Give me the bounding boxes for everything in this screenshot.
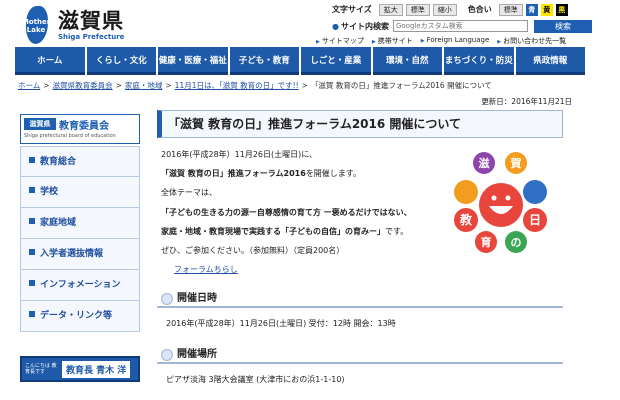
text-size-standard-button[interactable]: 標準: [405, 3, 430, 16]
sidebar-item-general[interactable]: 教育総合: [20, 146, 140, 177]
sidebar-item-data-links[interactable]: データ・リンク等: [20, 301, 140, 332]
nav-work[interactable]: しごと・産業: [301, 47, 371, 75]
body-line-theme-2: 家庭・地域・教育現場で実践する「子どもの自信」の育みー」: [161, 227, 385, 236]
section-text-venue: ピアザ淡海 3階大会議室 (大津市におの浜1-1-10): [166, 375, 345, 384]
education-day-poster: 滋 賀 教 日 育 の: [454, 152, 547, 253]
body-line-event-suffix: を開催します。: [305, 169, 362, 178]
sidebar-title: 教育委員会: [59, 121, 109, 132]
sidebar-item-family[interactable]: 家庭地域: [20, 208, 140, 239]
breadcrumb: ホーム > 滋賀県教育委員会 > 家庭・地域 >11月1日は、「滋賀 教育の日」です!! >…: [18, 81, 492, 90]
page: Mother Lake 滋賀県 Shiga Prefecture 文字サイズ 拡…: [0, 0, 620, 400]
text-size-small-button[interactable]: 縮小: [432, 3, 457, 16]
utility-links: サイトマップ 携帯サイト Foreign Language お問い合わせ先一覧: [316, 36, 566, 46]
sidebar-item-school[interactable]: 学校: [20, 177, 140, 208]
breadcrumb-current: 「滋賀 教育の日」推進フォーラム2016 開催について: [310, 81, 492, 90]
sidebar-header[interactable]: 滋賀県 教育委員会 Shiga prefectural board of edu…: [20, 114, 140, 144]
logo-sub: Shiga Prefecture: [58, 33, 125, 41]
site-logo[interactable]: Mother Lake 滋賀県 Shiga Prefecture: [18, 4, 148, 46]
body-line-event: 「滋賀 教育の日」推進フォーラム2016: [161, 169, 306, 178]
poster-center-face-icon: [479, 183, 523, 227]
nav-home[interactable]: ホーム: [15, 47, 85, 75]
nav-living[interactable]: くらし・文化: [86, 47, 156, 75]
sidebar-title-en: Shiga prefectural board of education: [24, 133, 116, 139]
nav-government[interactable]: 県政情報: [515, 47, 585, 75]
breadcrumb-education-day[interactable]: 11月1日は、「滋賀 教育の日」です!!: [175, 81, 299, 90]
text-size-label: 文字サイズ: [332, 5, 372, 14]
nav-education[interactable]: 子ども・教育: [229, 47, 299, 75]
sidebar-item-admission[interactable]: 入学者選抜情報: [20, 239, 140, 270]
sidebar-menu: 教育総合 学校 家庭地域 入学者選抜情報 インフォメーション データ・リンク等: [20, 146, 140, 332]
body-line-theme-1: 「子どもの生きる力の源ー自尊感情の育て方 ー褒めるだけではない、: [161, 208, 412, 217]
global-nav: ホーム くらし・文化 健康・医療・福祉 子ども・教育 しごと・産業 環境・自然 …: [15, 47, 585, 75]
body-line-invite: ぜひ、ご参加ください。（参加無料）（定員200名）: [161, 246, 345, 255]
color-standard-button[interactable]: 標準: [498, 3, 523, 16]
page-title: 「滋賀 教育の日」推進フォーラム2016 開催について: [157, 110, 563, 138]
breadcrumb-home[interactable]: ホーム: [18, 81, 40, 90]
superintendent-banner[interactable]: こんにちは 教育長です 教育長 青木 洋: [20, 356, 140, 382]
sidebar-header-icon: 滋賀県: [24, 118, 56, 130]
banner-name: 教育長 青木 洋: [62, 360, 131, 378]
section-heading-datetime: 開催日時: [157, 290, 563, 308]
poster-char-4: 日: [529, 213, 541, 227]
mobile-site-link[interactable]: 携帯サイト: [372, 36, 413, 46]
poster-circle-orange-2: [454, 180, 478, 204]
breadcrumb-family[interactable]: 家庭・地域: [125, 81, 163, 90]
flyer-link[interactable]: フォーラムちらし: [174, 265, 238, 274]
breadcrumb-board[interactable]: 滋賀県教育委員会: [53, 81, 113, 90]
updated-date: 更新日：2016年11月21日: [481, 97, 572, 106]
search-input[interactable]: [392, 20, 528, 32]
nav-environment[interactable]: 環境・自然: [372, 47, 442, 75]
color-yellow-button[interactable]: 黄: [540, 3, 553, 16]
poster-char-1: 滋: [479, 156, 490, 170]
body-line-theme-intro: 全体テーマは、: [161, 188, 217, 197]
foreign-language-link[interactable]: Foreign Language: [421, 36, 490, 46]
body-line-date: 2016年(平成28年）11月26日(土曜日)に、: [161, 150, 318, 159]
site-search: サイト内検索 検索: [332, 19, 592, 33]
color-blue-button[interactable]: 青: [525, 3, 538, 16]
poster-char-5: 育: [481, 235, 492, 249]
banner-greeting: こんにちは 教育長です: [25, 363, 57, 375]
sidebar-item-information[interactable]: インフォメーション: [20, 270, 140, 301]
logo-name: 滋賀県: [58, 9, 124, 33]
section-text-datetime: 2016年(平成28年）11月26日(土曜日) 受付：12時 開会：13時: [166, 319, 396, 328]
poster-char-6: の: [511, 236, 522, 249]
search-button[interactable]: 検索: [533, 19, 592, 33]
display-settings: 文字サイズ 拡大 標準 縮小 色合い 標準 青 黄 黒: [332, 3, 568, 16]
poster-char-2: 賀: [510, 156, 522, 170]
contact-list-link[interactable]: お問い合わせ先一覧: [497, 36, 566, 46]
sitemap-link[interactable]: サイトマップ: [316, 36, 364, 46]
logo-mark: Mother Lake: [21, 18, 51, 34]
poster-char-3: 教: [459, 212, 473, 227]
color-black-button[interactable]: 黒: [555, 3, 568, 16]
poster-circle-blue: [523, 180, 547, 204]
section-heading-venue: 開催場所: [157, 346, 563, 364]
nav-health[interactable]: 健康・医療・福祉: [158, 47, 228, 75]
search-label: サイト内検索: [332, 21, 389, 32]
nav-town[interactable]: まちづくり・防災: [444, 47, 514, 75]
text-size-large-button[interactable]: 拡大: [378, 3, 403, 16]
color-label: 色合い: [467, 5, 492, 14]
body-line-theme-suffix: です。: [385, 227, 409, 236]
